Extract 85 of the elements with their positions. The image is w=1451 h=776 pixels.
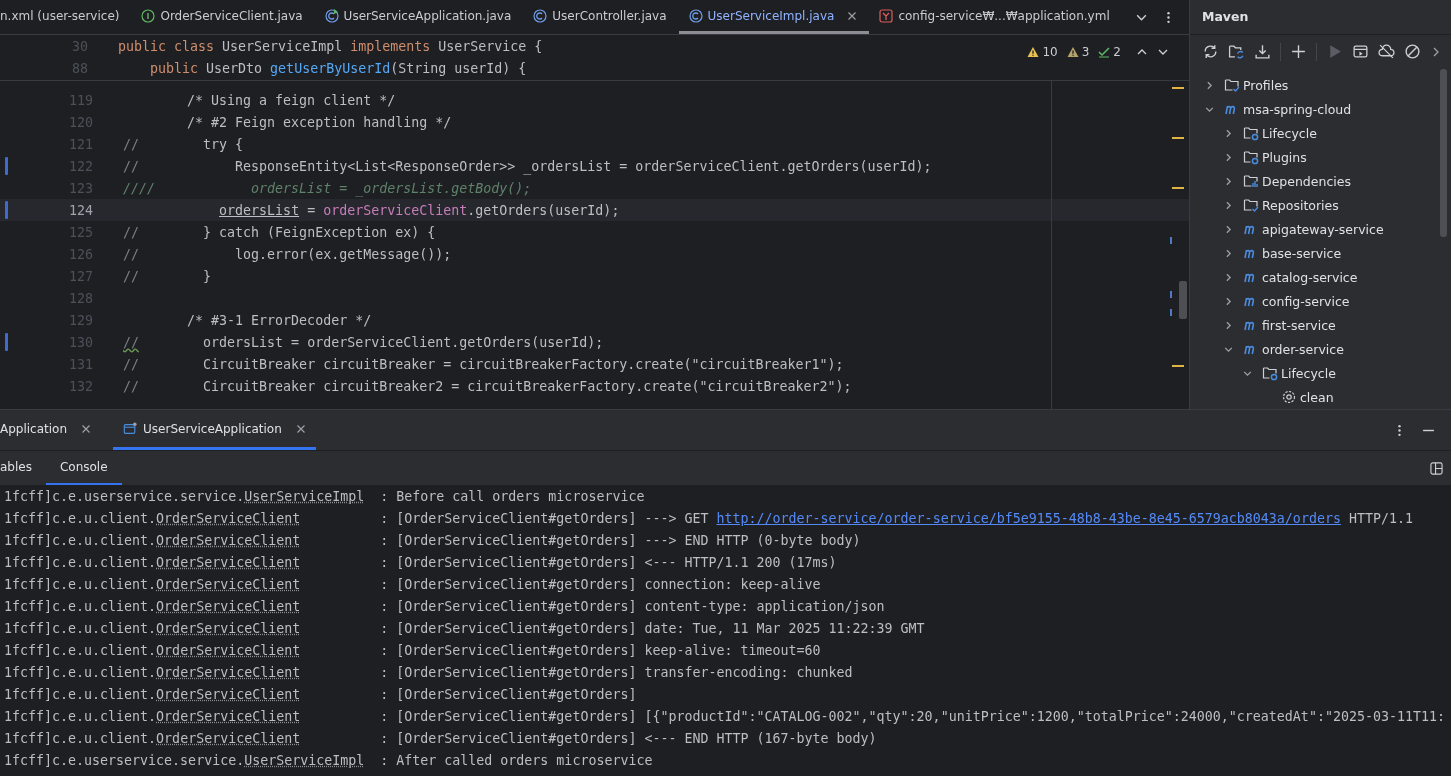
tree-item[interactable]: Lifecycle (1190, 121, 1451, 145)
url-link[interactable]: http://order-service/order-service/bf5e9155-48b8-43be-8e45-6579acb8043a/orders (716, 511, 1341, 526)
offline-cloud-icon[interactable] (1378, 43, 1395, 61)
folder-gear-icon (1262, 365, 1278, 381)
issue-count: 10 (1042, 44, 1058, 59)
warning-icon[interactable] (1027, 45, 1040, 58)
console-line: 1fcff]c.e.u.client.OrderServiceClient : [OrderServiceClient#getOrders] ---> END HTTP (0-byte body) (4, 532, 862, 550)
console-line: 1fcff]c.e.u.client.OrderServiceClient : [OrderServiceClient#getOrders] <--- END HTTP (167-byte body) (4, 730, 878, 748)
code-line: // try { (123, 136, 244, 152)
code-line: // } (123, 268, 212, 284)
editor-tab[interactable]: OrderServiceClient.java (131, 0, 315, 34)
console-line: 1fcff]c.e.u.client.OrderServiceClient : [OrderServiceClient#getOrders] (4, 686, 638, 704)
issue-count: 3 (1081, 44, 1090, 59)
folder-gear-icon (1243, 125, 1259, 141)
folder-chart-icon (1243, 173, 1259, 189)
editor-tab[interactable]: n.xml (user-service) (0, 0, 132, 34)
tree-item[interactable]: Dependencies (1190, 169, 1451, 193)
class-run-icon (324, 8, 339, 23)
console-line: 1fcff]c.e.userservice.service.UserServiceImpl : Before call orders microservice (4, 488, 646, 506)
tree-item[interactable]: base-service (1190, 241, 1451, 265)
editor-tab[interactable]: UserController.java (523, 0, 679, 34)
console-line: 1fcff]c.e.u.client.OrderServiceClient : [OrderServiceClient#getOrders] <--- HTTP/1.1 200 (17ms) (4, 554, 838, 572)
code-line: public class UserServiceImpl implements UserService { (118, 38, 543, 54)
tree-item[interactable]: Lifecycle (1190, 361, 1451, 385)
tree-item[interactable]: Repositories (1190, 193, 1451, 217)
console-line: 1fcff]c.e.u.client.OrderServiceClient : [OrderServiceClient#getOrders] [{"productId":"CATALOG-002","qty":20,"unitPrice":1200,"totalPrice":24000,"createdAt":"2025-03-11T11: (4, 708, 1446, 726)
panel-title: Maven (1202, 9, 1249, 25)
console-line: 1fcff]c.e.u.client.OrderServiceClient : [OrderServiceClient#getOrders] transfer-encoding: chunked (4, 664, 854, 682)
interface-icon (141, 8, 156, 23)
run-window-icon (123, 421, 138, 436)
issue-count: 2 (1113, 44, 1121, 59)
console-line: 1fcff]c.e.u.client.OrderServiceClient : [OrderServiceClient#getOrders] keep-alive: timeout=60 (4, 642, 822, 660)
editor-tab[interactable]: UserServiceApplication.java (314, 0, 524, 34)
scrollbar-thumb[interactable] (1440, 69, 1447, 237)
tree-item[interactable]: Plugins (1190, 145, 1451, 169)
tree-item[interactable]: config-service (1190, 289, 1451, 313)
tree-item[interactable]: order-service (1190, 337, 1451, 361)
console-line: 1fcff]c.e.u.client.OrderServiceClient : [OrderServiceClient#getOrders] content-type: application/json (4, 598, 886, 616)
editor-tab[interactable]: UserServiceImpl.java (678, 0, 870, 34)
class-icon (688, 8, 703, 23)
code-line: // } catch (FeignException ex) { (123, 224, 436, 240)
folder-check-icon (1243, 197, 1259, 213)
reload-icon[interactable] (1202, 43, 1219, 61)
code-line: /* Using a feign client */ (186, 92, 396, 108)
code-line: /* #2 Feign exception handling */ (186, 114, 452, 130)
skip-icon[interactable] (1404, 43, 1421, 61)
folder-sync-icon[interactable] (1228, 43, 1245, 61)
tree-item[interactable]: apigateway-service (1190, 217, 1451, 241)
code-line: // CircuitBreaker circuitBreaker = circuitBreakerFactory.create("circuitBreaker1"); (123, 356, 844, 372)
code-line: /* #3-1 ErrorDecoder */ (186, 312, 372, 328)
code-line: //// ordersList = _ordersList.getBody(); (123, 180, 532, 196)
tree-item[interactable]: msa-spring-cloud (1190, 97, 1451, 121)
close-icon[interactable] (847, 10, 858, 21)
tree-item[interactable]: Profiles (1190, 73, 1451, 97)
folder-gear-icon (1243, 149, 1259, 165)
gear-icon (1281, 389, 1297, 405)
plus-icon[interactable] (1290, 43, 1307, 61)
code-line: // CircuitBreaker circuitBreaker2 = circuitBreakerFactory.create("circuitBreaker2"); (123, 378, 852, 394)
scrollbar-thumb[interactable] (1179, 281, 1187, 319)
code-line: // ordersList = orderServiceClient.getOrders(userId); (123, 334, 604, 350)
check-icon[interactable] (1098, 45, 1111, 58)
console-line: 1fcff]c.e.userservice.service.UserServiceImpl : After called orders microservice (4, 752, 654, 770)
close-icon[interactable] (81, 423, 92, 434)
close-icon[interactable] (295, 423, 306, 434)
yaml-file-icon (879, 8, 894, 23)
console-tab[interactable]: ables (0, 451, 46, 485)
code-line: // log.error(ex.getMessage()); (123, 246, 452, 262)
console-line: 1fcff]c.e.u.client.OrderServiceClient : [OrderServiceClient#getOrders] date: Tue, 11 Mar 2025 11:22:39 GMT (4, 620, 926, 638)
warning-icon[interactable] (1066, 45, 1079, 58)
console-line: 1fcff]c.e.u.client.OrderServiceClient : [OrderServiceClient#getOrders] ---> GET http://order-service/order-service/bf5e9155-48b8-43be-8e45-6579acb8043a/orders HTTP/1.1 (4, 510, 1414, 528)
tree-item[interactable]: first-service (1190, 313, 1451, 337)
editor-tab[interactable]: config-service₩...₩application.yml (869, 0, 1122, 34)
line-number: 124 (67, 202, 94, 218)
layout-icon[interactable] (1430, 461, 1443, 475)
tree-item[interactable]: clean (1190, 385, 1451, 409)
code-line: public UserDto getUserByUserId(String userId) { (149, 60, 527, 76)
code-line: ordersList = orderServiceClient.getOrders(userId); (218, 202, 620, 218)
tree-item[interactable]: catalog-service (1190, 265, 1451, 289)
run-tab[interactable]: Application (0, 410, 102, 450)
console-line: 1fcff]c.e.u.client.OrderServiceClient : [OrderServiceClient#getOrders] connection: keep-alive (4, 576, 822, 594)
folder-check-icon (1224, 77, 1240, 93)
code-line: // ResponseEntity<List<ResponseOrder>> _ordersList = orderServiceClient.getOrders(userId); (123, 158, 932, 174)
console-tab[interactable]: Console (45, 451, 122, 485)
download-icon[interactable] (1254, 43, 1271, 61)
class-icon (533, 8, 548, 23)
